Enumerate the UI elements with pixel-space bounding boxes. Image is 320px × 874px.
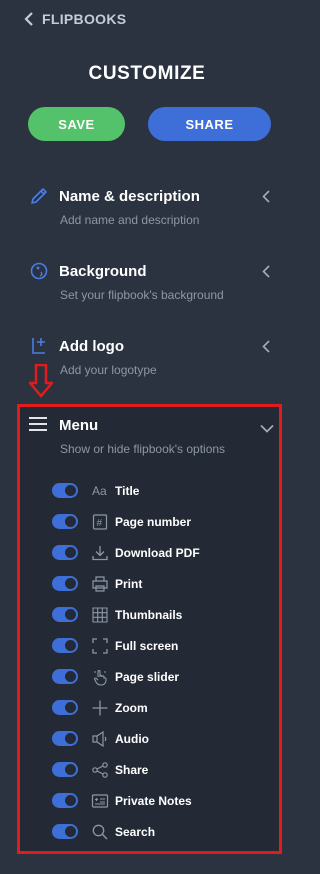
section-add-logo[interactable]: Add logo Add your logotype bbox=[28, 334, 272, 377]
section-title: Name & description bbox=[59, 187, 200, 205]
section-background[interactable]: Background Set your flipbook's backgroun… bbox=[28, 259, 272, 302]
option-row-print: Print bbox=[28, 568, 276, 599]
notes-icon bbox=[91, 792, 109, 810]
text-icon: Aa bbox=[91, 482, 109, 500]
option-label: Page number bbox=[115, 514, 192, 529]
option-label: Search bbox=[115, 824, 156, 839]
option-row-zoom: Zoom bbox=[28, 692, 276, 723]
plus-icon bbox=[91, 699, 109, 717]
zoom-toggle[interactable] bbox=[52, 700, 78, 715]
share-icon bbox=[91, 761, 109, 779]
audio-toggle[interactable] bbox=[52, 731, 78, 746]
back-label: FLIPBOOKS bbox=[42, 11, 127, 27]
option-row-full-screen: Full screen bbox=[28, 630, 276, 661]
palette-icon bbox=[28, 260, 50, 282]
chevron-left-icon[interactable] bbox=[260, 339, 272, 353]
option-row-audio: Audio bbox=[28, 723, 276, 754]
fullscreen-icon bbox=[91, 637, 109, 655]
option-row-page-slider: Page slider bbox=[28, 661, 276, 692]
speaker-icon bbox=[91, 730, 109, 748]
menu-subtitle: Show or hide flipbook's options bbox=[60, 442, 226, 456]
option-label: Title bbox=[115, 483, 140, 498]
option-label: Thumbnails bbox=[115, 607, 183, 622]
save-button[interactable]: SAVE bbox=[28, 107, 125, 141]
menu-header[interactable]: Menu bbox=[28, 413, 276, 437]
menu-section-highlight: Menu Show or hide flipbook's options Aa … bbox=[17, 404, 282, 854]
section-subtitle: Add your logotype bbox=[60, 363, 157, 377]
printer-icon bbox=[91, 575, 109, 593]
section-subtitle: Set your flipbook's background bbox=[60, 288, 224, 302]
search-toggle[interactable] bbox=[52, 824, 78, 839]
option-label: Share bbox=[115, 762, 149, 777]
option-label: Audio bbox=[115, 731, 149, 746]
grid-icon bbox=[91, 606, 109, 624]
option-label: Private Notes bbox=[115, 793, 192, 808]
print-toggle[interactable] bbox=[52, 576, 78, 591]
svg-text:Aa: Aa bbox=[92, 484, 107, 498]
page-slider-toggle[interactable] bbox=[52, 669, 78, 684]
thumbnails-toggle[interactable] bbox=[52, 607, 78, 622]
option-row-private-notes: Private Notes bbox=[28, 785, 276, 816]
add-logo-icon bbox=[28, 335, 50, 357]
share-button[interactable]: SHARE bbox=[148, 107, 271, 141]
option-row-share: Share bbox=[28, 754, 276, 785]
menu-options-list: Aa Title # Page number Download PDF Prin… bbox=[28, 475, 276, 847]
section-name-description[interactable]: Name & description Add name and descript… bbox=[28, 184, 272, 227]
pencil-icon bbox=[28, 185, 50, 207]
svg-text:#: # bbox=[97, 518, 103, 529]
hand-pointer-icon bbox=[91, 668, 109, 686]
hamburger-icon bbox=[28, 416, 50, 434]
option-row-title: Aa Title bbox=[28, 475, 276, 506]
hash-icon: # bbox=[91, 513, 109, 531]
arrow-down-annotation-icon bbox=[29, 364, 53, 398]
share-toggle[interactable] bbox=[52, 762, 78, 777]
back-link[interactable]: FLIPBOOKS bbox=[24, 11, 126, 27]
search-icon bbox=[91, 823, 109, 841]
option-row-page-number: # Page number bbox=[28, 506, 276, 537]
download-pdf-toggle[interactable] bbox=[52, 545, 78, 560]
chevron-down-icon[interactable] bbox=[260, 420, 274, 433]
title-toggle[interactable] bbox=[52, 483, 78, 498]
option-label: Download PDF bbox=[115, 545, 200, 560]
section-title: Background bbox=[59, 262, 147, 280]
full-screen-toggle[interactable] bbox=[52, 638, 78, 653]
option-label: Print bbox=[115, 576, 143, 591]
chevron-left-icon[interactable] bbox=[260, 189, 272, 203]
option-label: Page slider bbox=[115, 669, 180, 684]
page-number-toggle[interactable] bbox=[52, 514, 78, 529]
chevron-left-icon bbox=[24, 12, 33, 26]
option-row-download-pdf: Download PDF bbox=[28, 537, 276, 568]
option-row-thumbnails: Thumbnails bbox=[28, 599, 276, 630]
download-icon bbox=[91, 544, 109, 562]
option-label: Zoom bbox=[115, 700, 148, 715]
section-subtitle: Add name and description bbox=[60, 213, 200, 227]
option-row-search: Search bbox=[28, 816, 276, 847]
page-title: CUSTOMIZE bbox=[88, 63, 206, 84]
chevron-left-icon[interactable] bbox=[260, 264, 272, 278]
option-label: Full screen bbox=[115, 638, 179, 653]
menu-title: Menu bbox=[59, 416, 99, 434]
section-title: Add logo bbox=[59, 337, 124, 355]
private-notes-toggle[interactable] bbox=[52, 793, 78, 808]
